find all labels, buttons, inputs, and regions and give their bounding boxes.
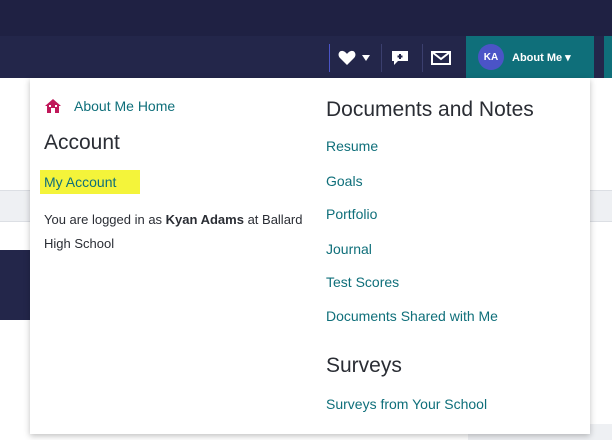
background-dark-block	[0, 250, 30, 320]
background-band	[590, 190, 612, 222]
about-me-menu-button[interactable]: KA About Me ▾	[466, 36, 594, 78]
resume-link[interactable]: Resume	[326, 138, 378, 154]
caret-down-icon[interactable]	[360, 44, 372, 72]
background-band	[0, 190, 30, 222]
portfolio-link[interactable]: Portfolio	[326, 206, 377, 222]
account-heading: Account	[44, 131, 120, 154]
surveys-from-school-link[interactable]: Surveys from Your School	[326, 396, 487, 412]
documents-shared-link[interactable]: Documents Shared with Me	[326, 308, 498, 324]
logged-in-text: You are logged in as Kyan Adams at Balla…	[44, 208, 304, 256]
chat-icon[interactable]	[388, 44, 412, 72]
documents-heading: Documents and Notes	[326, 98, 534, 121]
nav-divider	[422, 44, 423, 72]
user-name: Kyan Adams	[165, 212, 244, 227]
nav-edge-button[interactable]	[604, 36, 612, 78]
avatar: KA	[478, 44, 504, 70]
mail-icon[interactable]	[428, 44, 454, 72]
journal-link[interactable]: Journal	[326, 241, 372, 257]
logged-in-prefix: You are logged in as	[44, 212, 166, 227]
goals-link[interactable]: Goals	[326, 173, 363, 189]
nav-divider	[381, 44, 382, 72]
home-icon	[44, 98, 62, 114]
nav-divider	[329, 44, 330, 72]
about-me-label: About Me ▾	[512, 51, 571, 64]
surveys-heading: Surveys	[326, 354, 402, 377]
top-strip	[0, 0, 612, 36]
about-me-home-link[interactable]: About Me Home	[44, 98, 175, 114]
my-account-link[interactable]: My Account	[40, 170, 140, 194]
about-me-dropdown: About Me Home Account My Account You are…	[30, 78, 590, 434]
about-me-home-label: About Me Home	[74, 98, 176, 114]
heart-icon[interactable]	[336, 44, 358, 72]
test-scores-link[interactable]: Test Scores	[326, 274, 399, 290]
